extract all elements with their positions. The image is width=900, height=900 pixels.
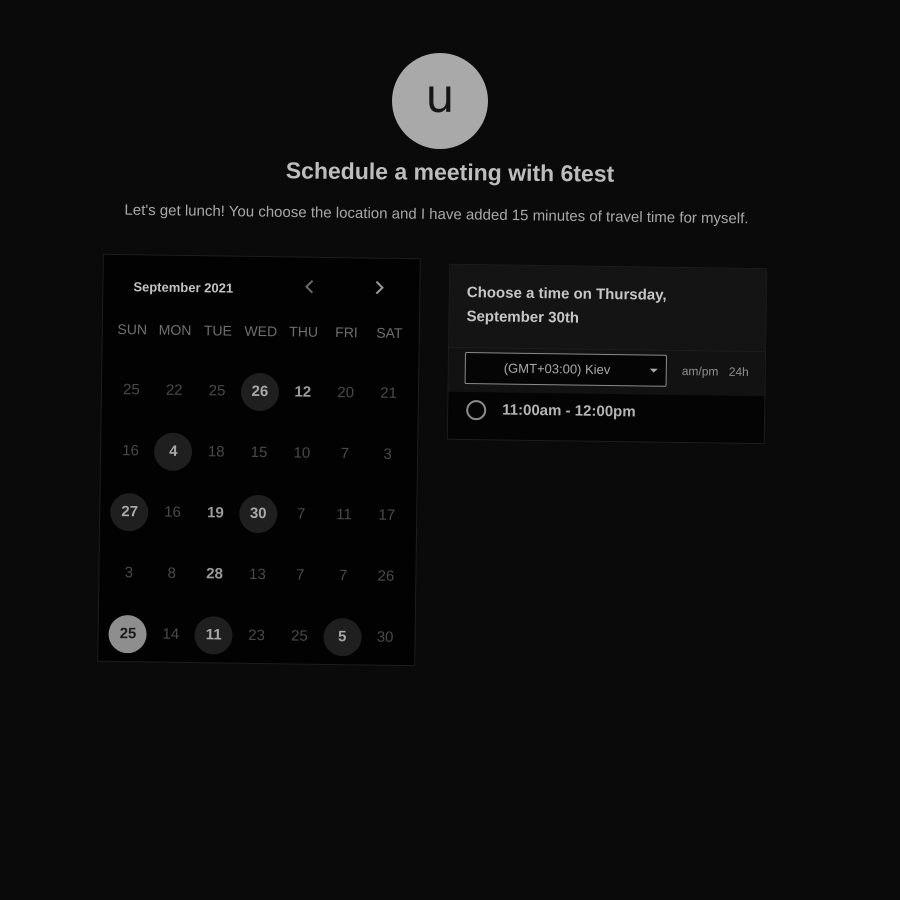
calendar-day: 13 [248,565,266,583]
calendar-day: 11 [336,505,352,523]
calendar-day: 7 [338,566,348,584]
weekday-label: WED [244,322,278,340]
calendar-week: 25 14 11 23 25 5 30 [106,603,407,668]
chevron-right-icon[interactable] [366,274,392,300]
calendar-day: 25 [122,380,140,398]
calendar-month-label: September 2021 [133,279,234,296]
calendar-day: 3 [124,563,134,581]
weekday-label: THU [289,323,319,340]
calendar-day-available[interactable]: 26 [240,372,280,411]
time-panel-header: Choose a time on Thursday, September 30t… [449,264,767,352]
format-24h-toggle[interactable]: 24h [729,365,749,379]
calendar-day: 12 [294,382,312,401]
weekday-label: MON [158,321,192,339]
calendar-day: 17 [378,506,396,524]
time-slot-panel: Choose a time on Thursday, September 30t… [446,263,768,445]
calendar-day: 7 [295,566,305,584]
weekday-label: SUN [117,321,148,338]
calendar-day-available[interactable]: 4 [154,432,193,471]
radio-button[interactable] [466,400,487,421]
calendar-day: 10 [293,443,311,462]
calendar-day: 16 [122,441,140,459]
format-ampm-toggle[interactable]: am/pm [682,364,719,379]
meeting-description: Let's get lunch! You choose the location… [124,201,749,228]
time-panel-heading: Choose a time on Thursday, September 30t… [466,284,667,327]
calendar-day: 22 [165,381,183,399]
calendar-week: 3 8 28 13 7 7 26 [107,542,408,607]
timezone-bar: (GMT+03:00) Kiev am/pm 24h [448,346,766,397]
calendar-day-available[interactable]: 30 [238,494,278,533]
calendar-day: 25 [208,381,226,400]
weekday-header: SUN MON TUE WED THU FRI SAT [111,321,411,341]
calendar-day-selected[interactable]: 25 [108,614,148,653]
calendar-day: 8 [167,564,176,582]
calendar-panel: September 2021 SUN MON TUE WED THU FRI S… [97,253,421,668]
calendar-day: 21 [380,384,397,402]
calendar-day: 14 [162,625,180,643]
timezone-value: (GMT+03:00) Kiev [503,360,611,378]
calendar-grid: 25 22 25 26 12 20 21 16 4 18 15 10 7 3 2… [106,359,410,668]
calendar-week: 27 16 19 30 7 11 17 [108,481,409,546]
calendar-day: 16 [164,503,181,521]
caret-down-icon [649,368,658,373]
calendar-week: 25 22 25 26 12 20 21 [110,359,411,424]
calendar-day: 30 [376,628,394,646]
calendar-day: 25 [290,626,308,645]
weekday-label: TUE [203,322,233,339]
calendar-day: 7 [340,444,350,462]
time-slot-option[interactable]: 11:00am - 12:00pm [448,391,765,439]
page-title: Schedule a meeting with 6test [285,157,615,187]
calendar-day: 18 [207,442,225,461]
calendar-day: 7 [296,505,306,523]
calendar-day-available[interactable]: 27 [110,492,149,531]
chevron-left-icon[interactable] [296,274,322,300]
weekday-label: FRI [335,324,358,341]
calendar-day: 15 [250,443,268,461]
calendar-day: 19 [206,503,224,522]
calendar-day: 3 [383,445,392,463]
time-slot-label: 11:00am - 12:00pm [502,401,636,421]
calendar-day: 26 [377,567,395,585]
calendar-week: 16 4 18 15 10 7 3 [109,420,410,485]
calendar-day-available[interactable]: 11 [194,615,233,655]
booking-page: u Schedule a meeting with 6test Let's ge… [0,0,900,900]
calendar-day: 28 [206,564,223,583]
calendar-day: 20 [337,383,355,401]
calendar-day: 23 [248,626,266,644]
timezone-select[interactable]: (GMT+03:00) Kiev [464,352,667,387]
avatar: u [392,53,488,149]
calendar-day-available[interactable]: 5 [322,617,362,656]
weekday-label: SAT [376,324,403,341]
